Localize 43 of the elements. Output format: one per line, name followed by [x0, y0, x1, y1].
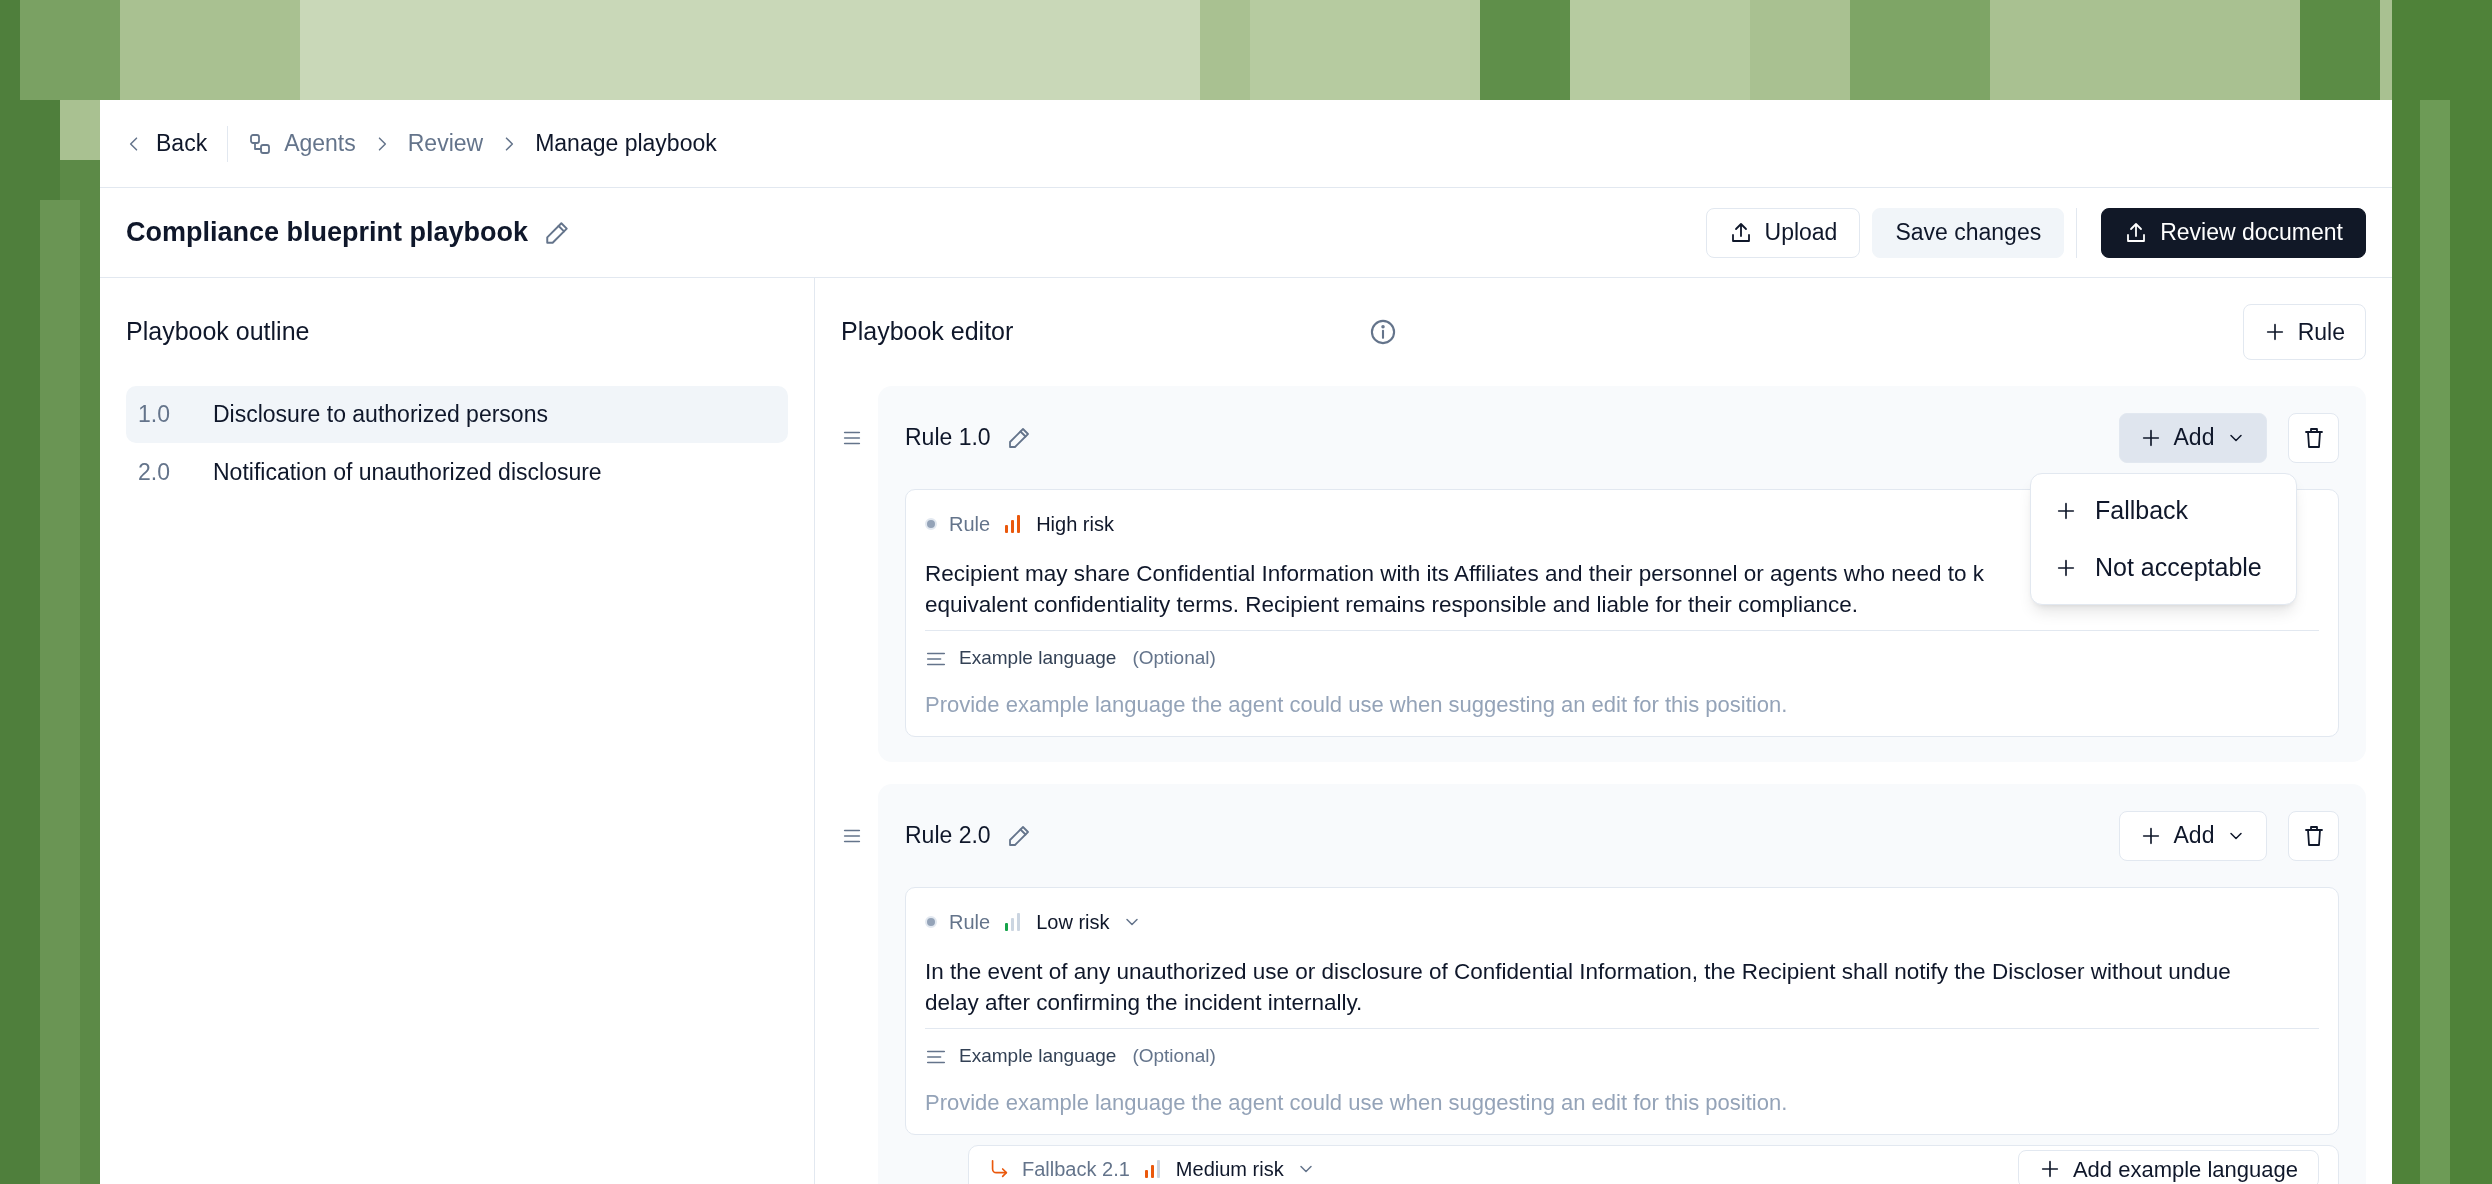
nodes-icon: [248, 131, 273, 156]
save-button[interactable]: Save changes: [1872, 207, 2065, 258]
section-title: Playbook editor: [841, 316, 1015, 348]
add-dropdown-button[interactable]: Add: [2119, 810, 2267, 861]
type-label: Rule: [949, 512, 991, 537]
delete-button[interactable]: [2288, 412, 2339, 463]
menu-item[interactable]: Not acceptable: [2031, 539, 2296, 596]
optional-label: (Optional): [1132, 646, 1216, 671]
pencil-icon: [1006, 425, 1031, 450]
rule-text: Recipient may share Confidential Information with its Affiliates and their personnel or agents who need to k: [925, 560, 1984, 588]
rule-text: equivalent confidentiality terms. Recipient remains responsible and liable for their compliance.: [925, 591, 1858, 619]
back-link[interactable]: Back: [124, 126, 208, 161]
field-label: Example language: [959, 646, 1117, 671]
type-label: Rule: [949, 910, 991, 935]
pencil-icon: [1006, 823, 1031, 848]
breadcrumb-link[interactable]: Agents: [248, 126, 356, 161]
risk-label: High risk: [1036, 512, 1114, 537]
breadcrumb-link[interactable]: Review: [407, 126, 484, 161]
add-example-button[interactable]: Add example language: [2017, 1150, 2319, 1184]
delete-button[interactable]: [2288, 810, 2339, 861]
upload-button[interactable]: Upload: [1705, 207, 1861, 258]
rule-text: delay after confirming the incident internally.: [925, 989, 1363, 1017]
risk-label[interactable]: Low risk: [1036, 907, 1142, 937]
rule-title: Rule 1.0: [905, 423, 991, 453]
add-dropdown-button[interactable]: Add: [2119, 412, 2267, 463]
section-title: Playbook outline: [126, 316, 310, 348]
add-rule-button[interactable]: Rule: [2242, 304, 2366, 360]
optional-label: (Optional): [1132, 1044, 1216, 1069]
page-title: Compliance blueprint playbook: [126, 216, 529, 250]
pencil-icon: [544, 219, 571, 246]
fallback-title: Fallback 2.1: [1022, 1157, 1130, 1182]
rule-title: Rule 2.0: [905, 821, 991, 851]
breadcrumb-link[interactable]: Manage playbook: [535, 126, 717, 161]
risk-label[interactable]: Medium risk: [1175, 1154, 1316, 1184]
menu-item[interactable]: Fallback: [2031, 482, 2296, 539]
outline-item[interactable]: 1.0 Disclosure to authorized persons: [126, 386, 788, 443]
example-language-field[interactable]: Provide example language the agent could use when suggesting an edit for this position.: [925, 686, 2319, 724]
field-label: Example language: [959, 1044, 1117, 1069]
rule-text: In the event of any unauthorized use or disclosure of Confidential Information, the Recipient shall notify the Discloser without undue: [925, 958, 2231, 986]
review-document-button[interactable]: Review document: [2101, 207, 2366, 258]
info-icon: [1369, 318, 1397, 346]
example-language-field[interactable]: Provide example language the agent could use when suggesting an edit for this position.: [925, 1084, 2319, 1122]
outline-item[interactable]: 2.0 Notification of unauthorized disclosure: [126, 444, 788, 501]
